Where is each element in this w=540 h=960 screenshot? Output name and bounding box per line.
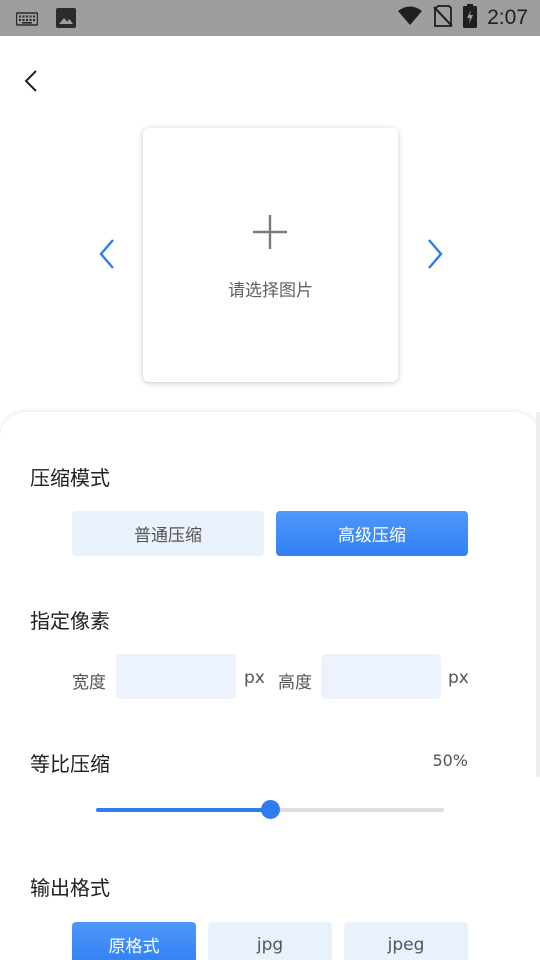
height-unit: px bbox=[448, 668, 469, 688]
status-bar-left bbox=[15, 8, 76, 32]
pixels-title: 指定像素 bbox=[30, 609, 110, 633]
status-bar-right: 2:07 bbox=[397, 0, 528, 36]
ratio-title: 等比压缩 bbox=[30, 752, 110, 776]
compress-mode-title: 压缩模式 bbox=[30, 466, 110, 490]
compress-screen: 2:07 请选择图片 压缩模式 普通压缩 高级压缩 指定像素 宽度 px 高度 … bbox=[0, 0, 540, 960]
width-label: 宽度 bbox=[72, 673, 106, 693]
width-unit: px bbox=[244, 668, 265, 688]
status-time: 2:07 bbox=[487, 6, 528, 29]
battery-charging-icon bbox=[463, 4, 478, 32]
image-picker-card[interactable]: 请选择图片 bbox=[143, 128, 398, 382]
advanced-compress-button[interactable]: 高级压缩 bbox=[276, 511, 468, 556]
ratio-slider-fill bbox=[96, 808, 270, 812]
chevron-right-icon bbox=[426, 238, 444, 274]
back-button[interactable] bbox=[14, 66, 48, 100]
ratio-value: 50% bbox=[432, 751, 468, 770]
next-image-button[interactable] bbox=[420, 236, 450, 276]
status-bar: 2:07 bbox=[0, 0, 540, 36]
output-format-title: 输出格式 bbox=[30, 876, 110, 900]
plus-icon bbox=[253, 215, 287, 249]
normal-compress-button[interactable]: 普通压缩 bbox=[72, 511, 264, 556]
no-sim-icon bbox=[433, 5, 453, 31]
image-icon bbox=[56, 8, 76, 32]
previous-image-button[interactable] bbox=[92, 236, 122, 276]
chevron-left-icon bbox=[24, 69, 38, 97]
format-jpg-button[interactable]: jpg bbox=[208, 922, 332, 960]
wifi-icon bbox=[397, 6, 423, 30]
ratio-slider-thumb[interactable] bbox=[261, 800, 280, 819]
height-input[interactable] bbox=[321, 654, 441, 699]
keyboard-icon bbox=[15, 11, 39, 30]
scrollbar[interactable] bbox=[536, 412, 540, 777]
picker-label: 请选择图片 bbox=[228, 281, 313, 301]
height-label: 高度 bbox=[278, 673, 312, 693]
format-jpeg-button[interactable]: jpeg bbox=[344, 922, 468, 960]
ratio-slider[interactable] bbox=[96, 800, 444, 819]
format-original-button[interactable]: 原格式 bbox=[72, 922, 196, 960]
width-input[interactable] bbox=[116, 654, 236, 699]
chevron-left-icon bbox=[98, 238, 116, 274]
